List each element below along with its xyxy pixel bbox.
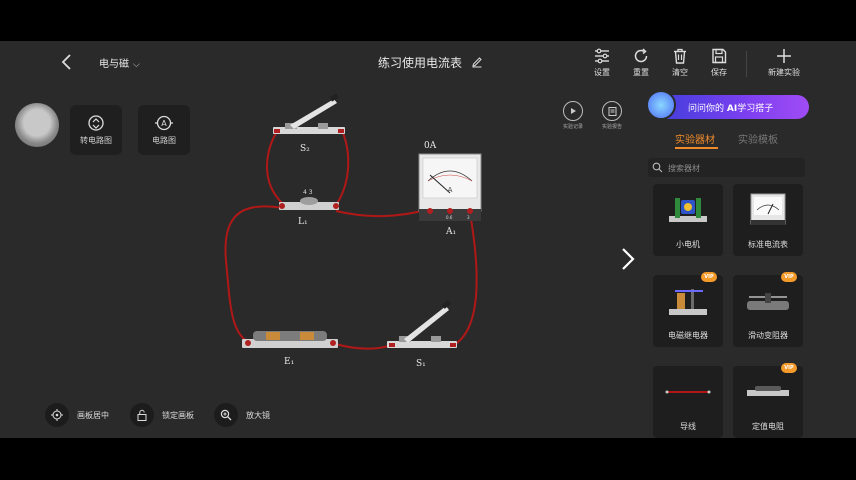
equipment-item-rheostat[interactable]: VIP 滑动变阻器 — [733, 272, 803, 347]
experiment-record-button[interactable]: 实验记录 — [560, 101, 586, 130]
equipment-item-relay[interactable]: VIP 电磁继电器 — [653, 272, 723, 347]
lamp-l1[interactable] — [279, 197, 339, 210]
label-s2: S₂ — [300, 144, 310, 154]
reset-button[interactable]: 重置 — [621, 47, 661, 78]
equipment-name-standard-ammeter: 标准电流表 — [748, 240, 788, 249]
equipment-search-box[interactable] — [648, 158, 805, 177]
equipment-name-motor: 小电机 — [676, 240, 700, 249]
expand-panel-chevron-icon[interactable] — [618, 245, 638, 273]
magnifier-label: 放大镜 — [246, 411, 270, 420]
switch-s2[interactable] — [273, 93, 345, 134]
resistor-icon — [747, 386, 789, 396]
motor-icon — [669, 198, 707, 222]
magnifier-icon — [214, 403, 238, 427]
battery-e1[interactable] — [242, 331, 338, 348]
equipment-item-fixed-resistor[interactable]: VIP 定值电阻 — [733, 363, 803, 438]
ai-banner-ai: AI — [726, 104, 738, 114]
save-label: 保存 — [711, 68, 727, 77]
search-icon — [652, 162, 663, 173]
label-s1: S₁ — [416, 359, 426, 369]
lamp-terminal-marks: 4 3 — [303, 189, 313, 196]
reset-label: 重置 — [633, 68, 649, 77]
toolbar-divider — [746, 51, 747, 77]
save-button[interactable]: 保存 — [699, 47, 739, 78]
wire-lamp-to-ammeter — [335, 208, 431, 218]
tab-equipment[interactable]: 实验器材 — [675, 131, 715, 146]
wire-switch2-to-lamp-right — [335, 132, 350, 206]
ammeter-terminal-06: 0.6 — [446, 215, 453, 220]
experiment-record-label: 实验记录 — [562, 124, 583, 130]
ai-robot-icon — [646, 90, 676, 120]
plus-icon — [777, 49, 791, 63]
clear-label: 清空 — [672, 68, 688, 77]
equipment-item-motor[interactable]: 小电机 — [653, 184, 723, 256]
equipment-name-wire: 导线 — [680, 422, 696, 431]
tab-templates[interactable]: 实验模板 — [738, 131, 778, 146]
relay-icon — [669, 289, 707, 315]
play-circle-icon — [563, 101, 583, 121]
lock-icon — [130, 403, 154, 427]
ammeter-reading: 0A — [424, 141, 437, 151]
trash-icon — [674, 48, 686, 64]
wire-icon — [665, 390, 711, 394]
crosshair-icon — [45, 403, 69, 427]
center-canvas-label: 画板居中 — [77, 411, 109, 420]
new-experiment-label: 新建实验 — [768, 68, 800, 77]
ai-banner-text: 问问你的 AI学习搭子 — [688, 101, 773, 114]
experiment-report-label: 实验报告 — [601, 124, 622, 130]
ammeter-a1[interactable]: A — [418, 153, 482, 221]
equipment-name-relay: 电磁继电器 — [668, 331, 708, 340]
report-list-icon — [602, 101, 622, 121]
clear-button[interactable]: 清空 — [660, 47, 700, 78]
label-e1: E₁ — [284, 357, 294, 367]
refresh-icon — [634, 48, 648, 63]
equipment-name-fixed-resistor: 定值电阻 — [752, 422, 784, 431]
ai-banner-suffix: 学习搭子 — [737, 104, 774, 114]
equipment-item-standard-ammeter[interactable]: 标准电流表 — [733, 184, 803, 256]
equipment-item-wire[interactable]: 导线 — [653, 366, 723, 438]
experiment-report-button[interactable]: 实验报告 — [599, 101, 625, 130]
label-a1: A₁ — [445, 227, 456, 237]
wire-lamp-to-battery — [224, 205, 283, 343]
ammeter-icon — [750, 193, 786, 225]
wire-switch2-to-lamp-left — [266, 132, 283, 204]
label-l1: L₁ — [298, 217, 308, 227]
wire-battery-to-switch1 — [335, 343, 393, 350]
ai-assistant-banner[interactable]: 问问你的 AI学习搭子 — [646, 90, 809, 120]
equipment-search-input[interactable] — [666, 160, 800, 176]
switch-s1[interactable] — [387, 299, 457, 348]
rheostat-icon — [747, 293, 789, 310]
app-window: 电与磁 ⌵ 练习使用电流表 设置 重置 清空 保存 新建实验 转电路图 A 电路… — [0, 41, 856, 438]
equipment-name-rheostat: 滑动变阻器 — [748, 331, 788, 340]
ai-banner-prefix: 问问你的 — [688, 104, 725, 114]
lock-canvas-label: 锁定画板 — [162, 411, 194, 420]
save-icon — [712, 48, 727, 64]
svg-text:A: A — [448, 186, 453, 194]
circuit-canvas[interactable]: S₂ 4 3 L₁ 0A A 0.6 3 A₁ E₁ S₁ — [0, 41, 620, 438]
new-experiment-button[interactable]: 新建实验 — [764, 47, 804, 78]
active-tab-underline — [675, 147, 718, 149]
